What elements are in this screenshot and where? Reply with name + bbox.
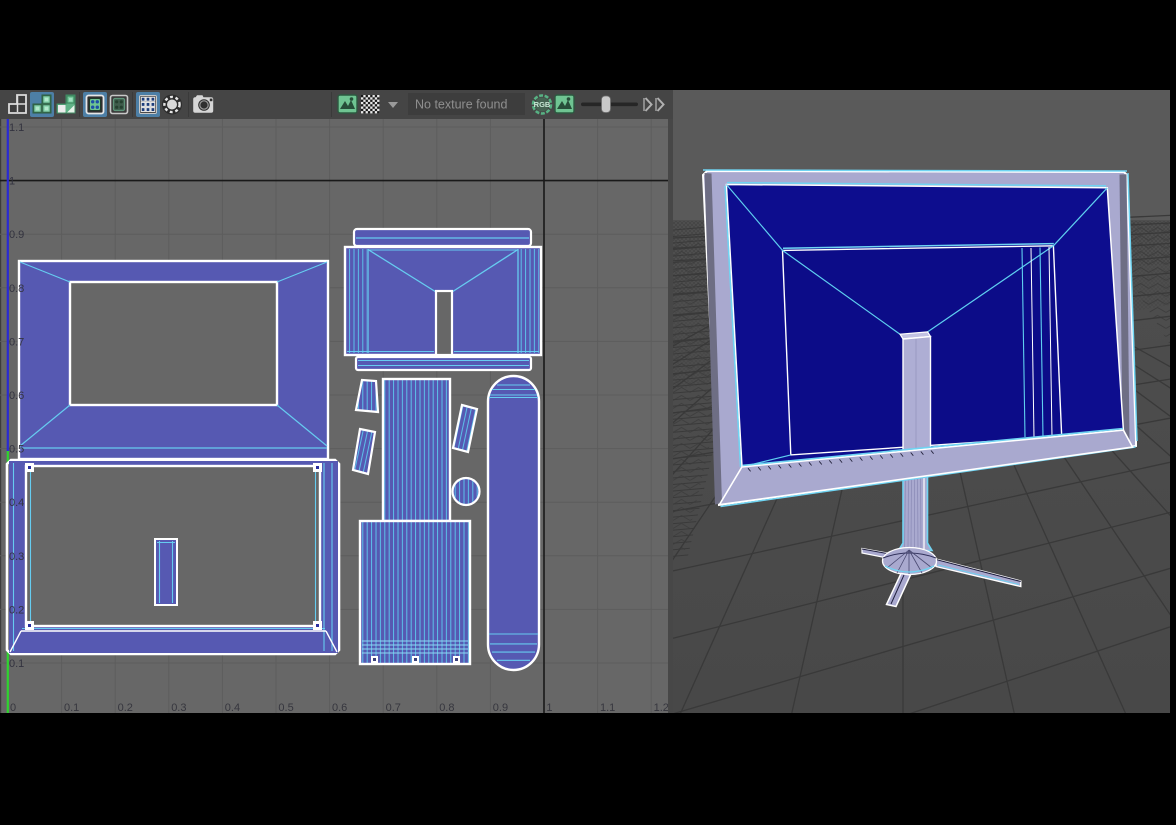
svg-text:0.3: 0.3 xyxy=(9,551,24,563)
svg-text:0.3: 0.3 xyxy=(171,702,186,713)
svg-text:1.1: 1.1 xyxy=(600,702,615,713)
svg-text:0.1: 0.1 xyxy=(9,658,24,670)
svg-text:0.4: 0.4 xyxy=(225,702,240,713)
svg-text:RGB: RGB xyxy=(534,100,551,109)
svg-text:0.8: 0.8 xyxy=(439,702,454,713)
svg-text:1: 1 xyxy=(9,176,15,188)
svg-text:0.1: 0.1 xyxy=(64,702,79,713)
svg-text:0.4: 0.4 xyxy=(9,497,24,509)
svg-text:0.2: 0.2 xyxy=(118,702,133,713)
svg-text:1.1: 1.1 xyxy=(9,122,24,134)
svg-text:0.9: 0.9 xyxy=(9,229,24,241)
svg-text:0.7: 0.7 xyxy=(9,336,24,348)
svg-text:0.8: 0.8 xyxy=(9,283,24,295)
svg-text:0.9: 0.9 xyxy=(493,702,508,713)
svg-text:0.6: 0.6 xyxy=(332,702,347,713)
svg-text:1.2: 1.2 xyxy=(654,702,669,713)
svg-text:0.5: 0.5 xyxy=(278,702,293,713)
svg-text:0.5: 0.5 xyxy=(9,444,24,456)
svg-text:1: 1 xyxy=(546,702,552,713)
svg-text:0.7: 0.7 xyxy=(386,702,401,713)
svg-text:0.2: 0.2 xyxy=(9,604,24,616)
svg-text:0: 0 xyxy=(10,702,16,713)
svg-text:No texture found: No texture found xyxy=(415,98,507,112)
svg-text:0.6: 0.6 xyxy=(9,390,24,402)
